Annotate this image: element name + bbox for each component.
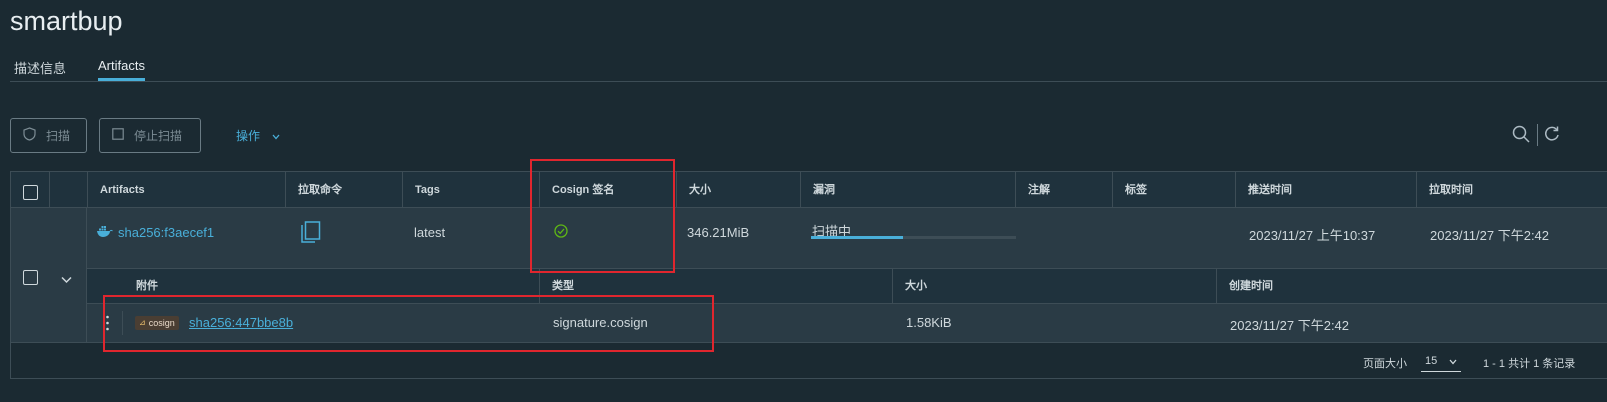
row-selection-column xyxy=(11,208,87,342)
row-actions-divider xyxy=(122,311,123,335)
datagrid-footer: 页面大小 15 1 - 1 共计 1 条记录 xyxy=(11,342,1607,378)
accessory-header-type: 类型 xyxy=(539,269,574,303)
accessory-header-created: 创建时间 xyxy=(1216,269,1273,303)
accessory-type: signature.cosign xyxy=(553,315,648,330)
accessory-size: 1.58KiB xyxy=(906,315,952,330)
accessory-row: ⊿ cosign sha256:447bbe8b signature.cosig… xyxy=(87,304,1607,342)
header-vulnerabilities[interactable]: 漏洞 xyxy=(800,172,1015,208)
scan-progress-fill xyxy=(811,236,904,239)
header-annotations[interactable]: 注解 xyxy=(1015,172,1112,208)
accessory-digest-link[interactable]: sha256:447bbe8b xyxy=(189,315,293,330)
cosign-badge-label: cosign xyxy=(148,318,175,328)
header-tags[interactable]: Tags xyxy=(402,172,539,208)
push-time: 2023/11/27 上午10:37 xyxy=(1249,228,1376,243)
select-all-checkbox[interactable] xyxy=(23,185,38,200)
scan-button[interactable]: 扫描 xyxy=(10,118,87,153)
copy-icon[interactable] xyxy=(301,221,321,246)
datagrid-header: Artifacts 拉取命令 Tags Cosign 签名 大小 漏洞 注解 标… xyxy=(11,172,1607,208)
toolbar-divider xyxy=(1537,124,1538,146)
actions-dropdown-label: 操作 xyxy=(236,129,261,143)
page-title: smartbup xyxy=(10,6,123,36)
page-size-label: 页面大小 xyxy=(1363,358,1407,370)
header-labels[interactable]: 标签 xyxy=(1112,172,1235,208)
header-push-time[interactable]: 推送时间 xyxy=(1235,172,1416,208)
page-size-value: 15 xyxy=(1425,354,1438,367)
chevron-down-icon xyxy=(272,129,280,143)
accessory-header: 附件 类型 大小 创建时间 xyxy=(87,268,1607,304)
row-select-checkbox[interactable] xyxy=(23,270,38,285)
stop-scan-button-label: 停止扫描 xyxy=(134,129,183,143)
page-size-select[interactable]: 15 xyxy=(1421,350,1461,372)
cosign-badge: ⊿ cosign xyxy=(135,316,179,330)
stop-scan-button[interactable]: 停止扫描 xyxy=(99,118,201,153)
chevron-down-icon xyxy=(1449,353,1457,368)
artifacts-datagrid: Artifacts 拉取命令 Tags Cosign 签名 大小 漏洞 注解 标… xyxy=(10,171,1607,379)
tab-bar: 描述信息 Artifacts xyxy=(10,52,1607,82)
docker-icon xyxy=(96,225,113,241)
signed-check-icon xyxy=(554,224,568,241)
scan-button-label: 扫描 xyxy=(46,129,71,143)
refresh-icon[interactable] xyxy=(1544,125,1560,148)
shield-icon xyxy=(23,127,36,144)
pull-time: 2023/11/27 下午2:42 xyxy=(1430,228,1550,243)
stop-icon xyxy=(112,128,124,143)
actions-dropdown[interactable]: 操作 xyxy=(236,127,280,144)
chevron-down-icon[interactable] xyxy=(61,272,72,287)
header-artifacts[interactable]: Artifacts xyxy=(87,172,285,208)
header-size[interactable]: 大小 xyxy=(676,172,800,208)
row-actions-icon[interactable] xyxy=(106,315,109,331)
search-icon[interactable] xyxy=(1512,125,1530,148)
tab-artifacts[interactable]: Artifacts xyxy=(98,58,145,81)
header-expand-column xyxy=(49,172,87,208)
header-pull-command[interactable]: 拉取命令 xyxy=(285,172,402,208)
scan-progress-bar xyxy=(811,236,1016,239)
accessory-header-name: 附件 xyxy=(136,280,158,292)
pagination-summary: 1 - 1 共计 1 条记录 xyxy=(1483,358,1576,370)
artifact-digest-link[interactable]: sha256:f3aecef1 xyxy=(118,225,214,240)
tag-value: latest xyxy=(414,225,446,240)
header-cosign[interactable]: Cosign 签名 xyxy=(539,172,676,208)
header-pull-time[interactable]: 拉取时间 xyxy=(1416,172,1607,208)
artifact-size: 346.21MiB xyxy=(687,225,750,240)
tab-description[interactable]: 描述信息 xyxy=(14,58,66,82)
accessory-header-size: 大小 xyxy=(892,269,927,303)
cosign-logo-icon: ⊿ xyxy=(139,318,146,327)
accessory-created: 2023/11/27 下午2:42 xyxy=(1230,318,1350,333)
